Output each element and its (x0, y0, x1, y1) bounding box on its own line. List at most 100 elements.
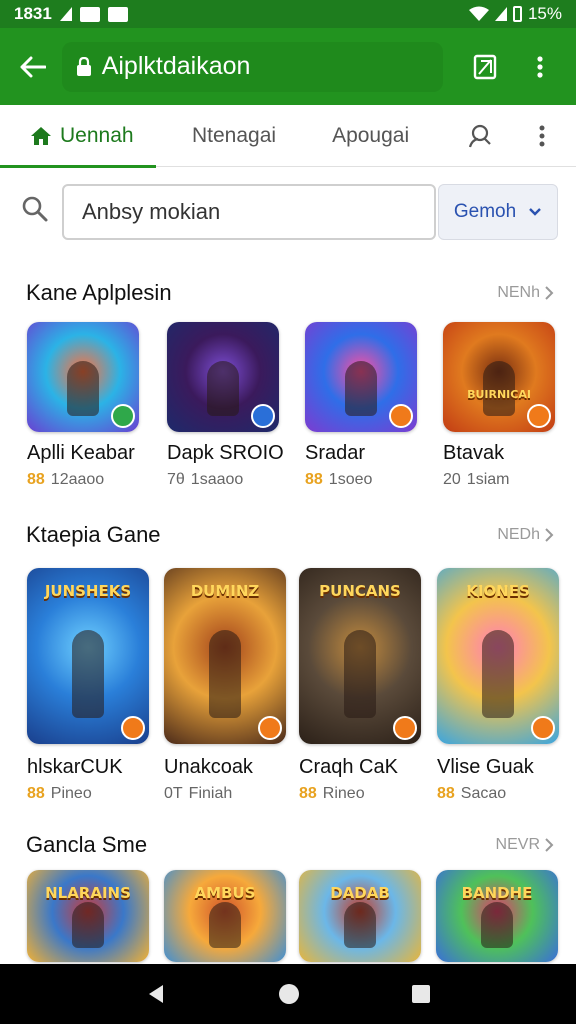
section-title: Kane Aplplesin (26, 280, 172, 305)
game-logo-text: PUNCANS (319, 582, 401, 600)
download-count-icon: 88 (305, 471, 323, 488)
game-meta-value: 1soeo (328, 471, 373, 488)
nav-back-icon[interactable] (145, 983, 167, 1005)
cell-signal-icon (494, 7, 507, 21)
character-figure (482, 629, 514, 718)
nav-home-icon[interactable] (277, 982, 301, 1006)
game-title: Btavak (443, 442, 505, 464)
game-logo-text: BUIRNICAI (467, 388, 531, 401)
character-figure (67, 360, 99, 416)
chevron-right-icon (545, 286, 554, 300)
status-time: 1831 (14, 4, 52, 23)
chevron-right-icon (545, 528, 554, 542)
overflow-menu-button[interactable] (520, 47, 560, 87)
url-bar[interactable]: Aiplktdaikaon (61, 41, 443, 92)
game-meta: 88 Rineo (299, 785, 365, 803)
tab-third[interactable]: Apougai (298, 105, 431, 167)
game-title: Vlise Guak (437, 756, 534, 778)
rating-badge-icon (258, 716, 282, 740)
section-more-label: NENh (497, 284, 540, 301)
game-meta: 7θ 1saaoo (167, 471, 243, 489)
game-artwork: DUMINZ (164, 568, 286, 744)
tabs-more-button[interactable] (522, 116, 562, 156)
chevron-down-icon (529, 208, 542, 216)
game-title: Dapk SROIO (167, 442, 284, 464)
game-meta: 88 12aaoo (27, 471, 104, 489)
search-button-label: Gemoh (453, 201, 517, 222)
wifi-icon (468, 6, 489, 21)
character-figure (207, 360, 239, 416)
signal-small-icon (59, 7, 72, 21)
game-meta-value: Sacao (460, 785, 507, 802)
section-more-link[interactable]: NEDh (497, 526, 554, 544)
rating-badge-icon (121, 716, 145, 740)
search-icon (22, 196, 48, 222)
game-meta-value: Finiah (188, 785, 233, 802)
game-meta-value: 12aaoo (50, 471, 105, 488)
tab-strip: Uennah Ntenagai Apougai (0, 105, 576, 168)
game-artwork (167, 322, 279, 432)
section-title: Ktaepia Gane (26, 522, 161, 547)
character-figure (344, 902, 376, 949)
notification-icon (79, 6, 100, 22)
download-count-icon: 88 (299, 785, 317, 802)
game-artwork: PUNCANS (299, 568, 421, 744)
tab-home[interactable]: Uennah (0, 105, 156, 168)
more-vert-icon (537, 55, 543, 78)
battery-icon (512, 6, 522, 22)
chevron-right-icon (545, 838, 554, 852)
account-button[interactable] (460, 116, 500, 156)
game-artwork (305, 322, 417, 432)
back-button[interactable] (16, 50, 50, 84)
tab-second[interactable]: Ntenagai (156, 105, 298, 167)
more-vert-icon (539, 125, 545, 147)
section-more-link[interactable]: NEVR (496, 836, 554, 854)
game-meta-value: Pineo (50, 785, 92, 802)
section-title: Gancla Sme (26, 832, 148, 857)
game-logo-text: AMBUS (194, 884, 256, 902)
game-meta-value: 1siam (466, 471, 510, 488)
search-row: Anbsy mokian Gemoh (0, 182, 576, 242)
game-artwork: DADAB (299, 870, 421, 962)
game-logo-text: DADAB (330, 884, 390, 902)
game-section: Gancla Sme NEVR NLARAINS AMBUS DADAB BANDHE (0, 832, 576, 964)
person-icon (468, 124, 491, 148)
app-bar: Aiplktdaikaon (0, 28, 576, 105)
home-icon (31, 126, 51, 145)
game-title: Unakcoak (164, 756, 253, 778)
tab-home-label: Uennah (60, 123, 134, 147)
search-input[interactable]: Anbsy mokian (62, 184, 436, 240)
game-meta: 0T Finiah (164, 785, 232, 803)
download-count-icon: 20 (443, 471, 461, 488)
notification-icon-2 (107, 6, 128, 22)
game-logo-text: BANDHE (461, 884, 533, 902)
tab-switcher-icon (473, 54, 496, 79)
tab-second-label: Ntenagai (192, 123, 277, 147)
status-bar: 1831 15% (0, 0, 576, 28)
system-nav-bar (0, 964, 576, 1024)
rating-badge-icon (389, 404, 413, 428)
section-more-label: NEVR (495, 836, 540, 853)
game-meta-value: Rineo (322, 785, 365, 802)
download-count-icon: 88 (27, 471, 45, 488)
game-section: Ktaepia Gane NEDh JUNSHEKS hlskarCUK 88 Pineo… (0, 522, 576, 809)
game-artwork (27, 322, 139, 432)
game-meta: 88 Pineo (27, 785, 92, 803)
download-count-icon: 88 (27, 785, 45, 802)
rating-badge-icon (527, 404, 551, 428)
game-title: Craqh CaK (299, 756, 398, 778)
section-more-label: NEDh (497, 526, 540, 543)
section-more-link[interactable]: NENh (497, 284, 554, 302)
back-arrow-icon (20, 56, 46, 77)
url-text: Aiplktdaikaon (101, 52, 251, 80)
search-input-value: Anbsy mokian (82, 199, 221, 224)
tabs-button[interactable] (465, 47, 505, 87)
game-meta-value: 1saaoo (190, 471, 244, 488)
game-artwork: BANDHE (436, 870, 558, 962)
search-button[interactable]: Gemoh (438, 184, 558, 240)
download-count-icon: 7θ (167, 471, 185, 488)
game-artwork: KIONES (437, 568, 559, 744)
rating-badge-icon (393, 716, 417, 740)
nav-recents-icon[interactable] (411, 984, 431, 1004)
game-title: Sradar (305, 442, 366, 464)
